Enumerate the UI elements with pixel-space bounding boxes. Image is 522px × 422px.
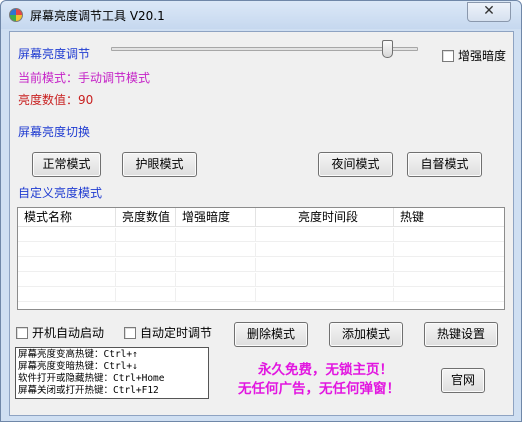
- table-cell: [116, 243, 176, 257]
- column-header-enhance[interactable]: 增强暗度: [176, 208, 256, 227]
- table-cell: [176, 273, 256, 287]
- title-bar[interactable]: 屏幕亮度调节工具 V20.1 ✕: [1, 1, 521, 29]
- table-cell: [176, 228, 256, 242]
- table-cell: [394, 273, 504, 287]
- table-cell: [256, 273, 394, 287]
- color-wheel-icon: [9, 8, 23, 22]
- main-panel: 屏幕亮度调节 增强暗度 当前模式：手动调节模式 亮度数值：90 屏幕亮度切换 正…: [9, 31, 514, 416]
- table-row[interactable]: [18, 243, 504, 257]
- table-cell: [18, 228, 116, 242]
- timed-adjust-checkbox[interactable]: 自动定时调节: [124, 324, 212, 341]
- table-cell: [256, 288, 394, 302]
- hotkey-line: 屏幕亮度变高热键：Ctrl+↑: [18, 349, 138, 360]
- hotkey-settings-button[interactable]: 热键设置: [424, 322, 498, 347]
- table-cell: [176, 258, 256, 272]
- mode-switch-label: 屏幕亮度切换: [18, 125, 91, 139]
- add-mode-button[interactable]: 添加模式: [329, 322, 403, 347]
- table-cell: [18, 258, 116, 272]
- hotkey-line: 屏幕关闭或打开热键：Ctrl+F12: [18, 385, 159, 396]
- table-cell: [176, 243, 256, 257]
- custom-supervise-mode-button[interactable]: 自督模式: [407, 152, 482, 177]
- enhance-dim-box[interactable]: [442, 49, 454, 62]
- website-button[interactable]: 官网: [441, 368, 485, 393]
- column-header-hotkey[interactable]: 热键: [394, 208, 504, 227]
- enhance-dim-label: 增强暗度: [458, 49, 507, 63]
- timed-adjust-label: 自动定时调节: [140, 326, 213, 340]
- table-cell: [394, 258, 504, 272]
- table-row[interactable]: [18, 258, 504, 272]
- window-title: 屏幕亮度调节工具 V20.1: [30, 9, 165, 23]
- custom-mode-table[interactable]: 模式名称 亮度数值 增强暗度 亮度时间段 热键: [17, 207, 505, 310]
- table-cell: [18, 243, 116, 257]
- table-row[interactable]: [18, 288, 504, 302]
- table-cell: [18, 288, 116, 302]
- promo-line-2: 无任何广告，无任何弹窗！: [238, 381, 400, 397]
- brightness-slider-thumb[interactable]: [382, 40, 394, 58]
- autostart-box[interactable]: [16, 326, 28, 339]
- table-cell: [394, 243, 504, 257]
- column-header-period[interactable]: 亮度时间段: [256, 208, 394, 227]
- table-cell: [256, 258, 394, 272]
- table-cell: [18, 273, 116, 287]
- table-cell: [394, 288, 504, 302]
- brightness-label: 屏幕亮度调节: [18, 47, 91, 61]
- table-cell: [394, 228, 504, 242]
- promo-line-1: 永久免费，无锁主页！: [258, 362, 393, 378]
- close-icon: ✕: [483, 3, 495, 19]
- table-row[interactable]: [18, 273, 504, 287]
- custom-mode-label: 自定义亮度模式: [18, 186, 103, 200]
- delete-mode-button[interactable]: 删除模式: [234, 322, 308, 347]
- column-header-name[interactable]: 模式名称: [18, 208, 116, 227]
- table-cell: [256, 243, 394, 257]
- table-cell: [116, 228, 176, 242]
- timed-adjust-box[interactable]: [124, 326, 136, 339]
- table-cell: [116, 258, 176, 272]
- hotkey-line: 软件打开或隐藏热键：Ctrl+Home: [18, 373, 165, 384]
- app-window: 屏幕亮度调节工具 V20.1 ✕ 屏幕亮度调节 增强暗度 当前模式：手动调节模式…: [0, 0, 522, 422]
- autostart-label: 开机自动启动: [32, 326, 105, 340]
- brightness-slider-track[interactable]: [111, 47, 418, 51]
- table-row[interactable]: [18, 228, 504, 242]
- current-mode-label: 当前模式：手动调节模式: [18, 71, 151, 85]
- table-cell: [176, 288, 256, 302]
- normal-mode-button[interactable]: 正常模式: [32, 152, 101, 177]
- brightness-value-label: 亮度数值：90: [18, 93, 94, 107]
- hotkey-info-box: 屏幕亮度变高热键：Ctrl+↑ 屏幕亮度变暗热键：Ctrl+↓ 软件打开或隐藏热…: [15, 347, 209, 399]
- eye-care-mode-button[interactable]: 护眼模式: [122, 152, 197, 177]
- autostart-checkbox[interactable]: 开机自动启动: [16, 324, 104, 341]
- enhance-dim-checkbox[interactable]: 增强暗度: [442, 47, 506, 64]
- hotkey-line: 屏幕亮度变暗热键：Ctrl+↓: [18, 361, 138, 372]
- table-cell: [116, 288, 176, 302]
- column-header-brightness[interactable]: 亮度数值: [116, 208, 176, 227]
- close-button[interactable]: ✕: [467, 2, 511, 22]
- table-cell: [116, 273, 176, 287]
- night-mode-button[interactable]: 夜间模式: [318, 152, 393, 177]
- table-cell: [256, 228, 394, 242]
- table-header: 模式名称 亮度数值 增强暗度 亮度时间段 热键: [18, 208, 504, 227]
